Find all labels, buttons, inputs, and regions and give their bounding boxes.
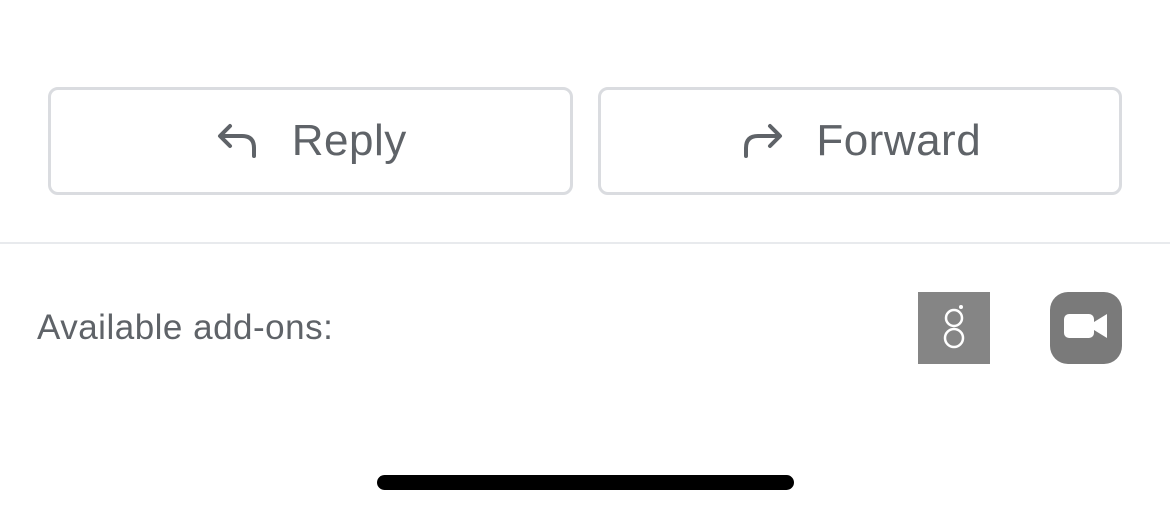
message-actions: Reply Forward [48,87,1122,195]
g-logo-icon [939,303,969,354]
reply-button[interactable]: Reply [48,87,573,195]
video-camera-icon [1063,312,1109,345]
forward-label: Forward [816,116,982,165]
available-addons-label: Available add-ons: [37,308,334,347]
reply-icon [214,117,262,165]
g-addon-button[interactable] [918,292,990,364]
reply-label: Reply [291,116,407,165]
video-meeting-addon-button[interactable] [1050,292,1122,364]
forward-button[interactable]: Forward [597,87,1122,195]
forward-icon [738,117,786,165]
home-indicator[interactable] [377,475,794,490]
divider [0,242,1170,244]
